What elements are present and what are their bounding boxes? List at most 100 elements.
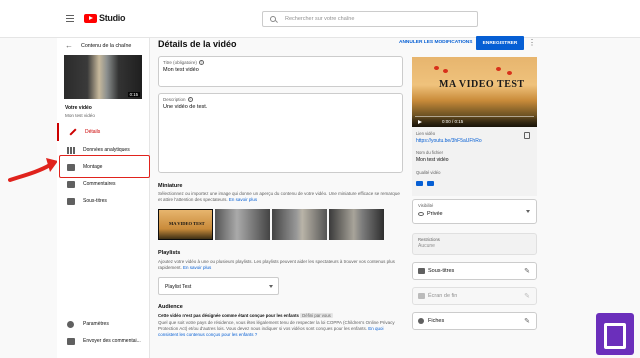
sidebar-item-details[interactable]: Détails (57, 123, 150, 141)
top-bar: Studio Rechercher sur votre chaîne (0, 0, 640, 38)
menu-icon[interactable] (66, 15, 74, 22)
page-title: Détails de la vidéo (158, 39, 237, 49)
video-thumbnail[interactable]: 0:15 (64, 55, 142, 99)
description-field[interactable]: Description? Une vidéo de test. (158, 93, 403, 173)
sidebar-item-label: Paramètres (83, 321, 109, 327)
playlist-select-value: Playlist Test (165, 284, 192, 290)
miniature-title: Miniature (158, 183, 183, 189)
your-video-label: Votre vidéo (65, 105, 92, 111)
sidebar-item-label: Commentaires (83, 181, 116, 187)
cancel-changes-button[interactable]: ANNULER LES MODIFICATIONS (399, 40, 472, 45)
logo-text: Studio (99, 13, 126, 23)
video-link-label: Lien vidéo (416, 131, 436, 136)
visibility-value: Privée (427, 211, 443, 217)
miniature-learn-more-link[interactable]: En savoir plus (229, 197, 257, 202)
montage-highlight-box (59, 155, 150, 178)
video-duration: 0:15 (127, 92, 140, 97)
edit-icon: ✎ (524, 293, 530, 300)
youtube-play-icon (84, 13, 97, 23)
file-name-label: Nom du fichier (416, 150, 443, 155)
poppy-flower (507, 71, 512, 75)
subtitles-action[interactable]: Sous-titres ✎ (412, 262, 537, 280)
pencil-icon (69, 128, 77, 136)
cards-icon (418, 318, 424, 324)
visibility-label: Visibilité (418, 203, 434, 208)
thumbnail-option[interactable] (215, 209, 270, 240)
thumbnail-option-selected[interactable]: MA VIDEO TEST (158, 209, 213, 240)
sidebar-item-subtitles[interactable]: Sous-titres (57, 192, 150, 210)
restrictions-label: Restrictions (418, 237, 440, 242)
subtitles-icon (418, 268, 425, 274)
player-progress-bar[interactable] (415, 116, 534, 117)
subtitles-icon (67, 198, 75, 205)
playlists-text: Ajoutez votre vidéo à une ou plusieurs p… (158, 259, 395, 270)
playlists-learn-more-link[interactable]: En savoir plus (183, 265, 211, 270)
save-button[interactable]: ENREGISTRER (476, 36, 524, 50)
thumbnail-option[interactable] (272, 209, 327, 240)
audience-text: Quel que soit votre pays de résidence, v… (158, 320, 395, 337)
miniature-text: Sélectionnez ou importez une image qui d… (158, 191, 400, 202)
your-video-title: Mon test vidéo (65, 113, 95, 118)
end-screen-icon (418, 293, 425, 299)
copy-icon[interactable] (524, 132, 530, 139)
help-icon[interactable]: ? (187, 97, 193, 102)
comments-icon (67, 181, 75, 188)
analytics-icon (67, 147, 75, 154)
edit-icon[interactable]: ✎ (524, 317, 530, 325)
more-options-icon[interactable]: ⋮ (528, 38, 536, 47)
visibility-select[interactable]: Visibilité Privée (412, 199, 537, 224)
subtitles-action-label: Sous-titres (428, 268, 455, 274)
sidebar-item-label: Données analytiques (83, 147, 130, 153)
title-field[interactable]: Titre (obligatoire)? Mon test vidéo (158, 56, 403, 87)
sidebar-item-label: Détails (85, 129, 101, 135)
cards-action-label: Fiches (428, 318, 445, 324)
end-screen-action-label: Écran de fin (428, 293, 458, 299)
play-icon[interactable] (418, 120, 422, 124)
title-field-value: Mon test vidéo (163, 67, 199, 73)
poppy-flower (443, 69, 448, 73)
thumbnail-option[interactable] (329, 209, 384, 240)
help-icon[interactable]: ? (198, 60, 204, 65)
player-time: 0:00 / 0:15 (442, 119, 464, 124)
edit-icon[interactable]: ✎ (524, 267, 530, 275)
audience-title: Audience (158, 304, 183, 310)
title-field-label: Titre (obligatoire)? (163, 60, 204, 65)
poppy-flower (434, 66, 439, 70)
chevron-down-icon (269, 285, 273, 288)
search-input[interactable]: Rechercher sur votre chaîne (262, 11, 478, 27)
sidebar: ← Contenu de la chaîne 0:15 Votre vidéo … (57, 38, 150, 358)
back-to-content[interactable]: ← Contenu de la chaîne (65, 41, 131, 50)
search-icon (270, 16, 276, 22)
feedback-icon (67, 338, 75, 345)
sidebar-item-label: Envoyer des commentai... (83, 338, 141, 344)
audience-badge: Défini par vous (300, 313, 333, 318)
restrictions-value: Aucune (418, 243, 435, 249)
eye-icon (418, 212, 424, 216)
video-quality-label: Qualité vidéo (416, 170, 441, 175)
studio-logo[interactable]: Studio (84, 13, 126, 23)
description-field-value: Une vidéo de test. (163, 104, 208, 110)
preview-title-text: MA VIDEO TEST (439, 79, 525, 90)
video-link[interactable]: https://youtu.be/3hF5aUFhRo (416, 138, 482, 144)
gear-icon (67, 321, 74, 328)
playlists-title: Playlists (158, 250, 181, 256)
file-name-value: Mon test vidéo (416, 157, 449, 163)
red-arrow-icon (8, 158, 58, 182)
chevron-down-icon (526, 210, 530, 213)
search-placeholder: Rechercher sur votre chaîne (285, 16, 355, 22)
back-arrow-icon: ← (65, 41, 73, 50)
hd-quality-icon (427, 181, 434, 186)
poppy-flower (496, 67, 501, 71)
cards-action[interactable]: Fiches ✎ (412, 312, 537, 330)
end-screen-action: Écran de fin ✎ (412, 287, 537, 305)
sidebar-item-settings[interactable]: Paramètres (57, 315, 150, 333)
sidebar-item-feedback[interactable]: Envoyer des commentai... (57, 332, 150, 350)
restrictions-field: Restrictions Aucune (412, 233, 537, 255)
audience-status: Cette vidéo n'est pas désignée comme éta… (158, 313, 333, 318)
playlist-select[interactable]: Playlist Test (158, 277, 279, 295)
description-field-label: Description? (163, 97, 193, 102)
watermark-logo (596, 313, 634, 355)
video-preview[interactable]: MA VIDEO TEST 0:00 / 0:15 (412, 57, 537, 127)
thumbnail-option-text: MA VIDEO TEST (169, 221, 205, 226)
back-label: Contenu de la chaîne (81, 42, 132, 49)
